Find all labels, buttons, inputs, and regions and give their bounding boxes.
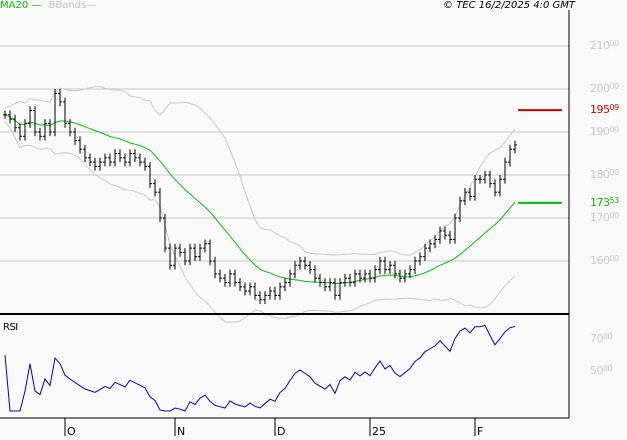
price-tick-label: 16000	[590, 254, 619, 267]
last-ma-label: 17353	[590, 195, 619, 209]
time-tick-label: 25	[372, 425, 386, 438]
time-tick-label: N	[177, 425, 186, 438]
bband-upper	[4, 86, 516, 256]
time-tick-label: F	[477, 425, 484, 438]
copyright: © TEC 16/2/2025 4:0 GMT	[443, 0, 575, 11]
rsi-tick-label: 7000	[590, 332, 613, 345]
rsi-tick-label: 5000	[590, 364, 613, 377]
chart-canvas	[0, 10, 570, 436]
legend-bbands: BBands	[48, 0, 87, 11]
price-tick-label: 21000	[590, 39, 619, 52]
chart: MA20 — BBands— © TEC 16/2/2025 4:0 GMT R…	[0, 0, 627, 440]
rsi-label: RSI	[3, 322, 18, 333]
time-tick-label: D	[277, 425, 286, 438]
rsi-line	[4, 324, 516, 412]
last-price-label: 19509	[590, 103, 619, 117]
legend-ma20: MA20	[0, 0, 29, 11]
price-tick-label: 19000	[590, 125, 619, 138]
legend: MA20 — BBands—	[0, 0, 97, 11]
time-tick-label: O	[67, 425, 76, 438]
price-tick-label: 17000	[590, 211, 619, 224]
ma20-line	[4, 114, 516, 285]
price-tick-label: 20000	[590, 82, 619, 95]
price-tick-label: 18000	[590, 168, 619, 181]
